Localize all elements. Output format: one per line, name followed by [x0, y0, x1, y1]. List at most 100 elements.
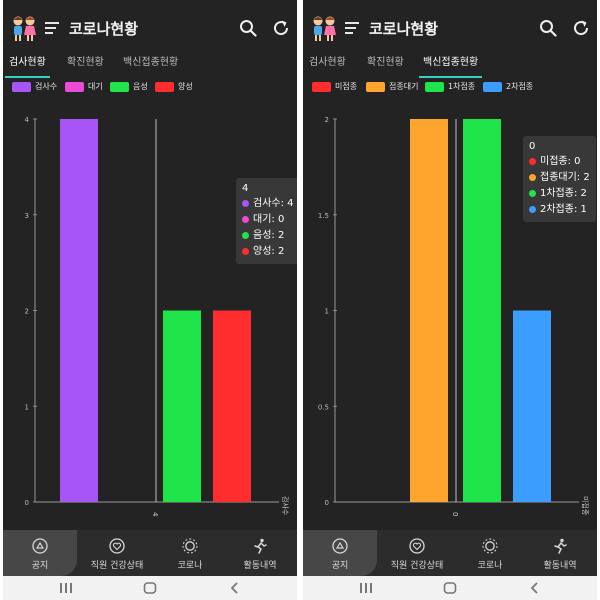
x-tick-label: 0 [451, 512, 459, 516]
tab-bar: 검사현황 확진현황 백신접종현황 [303, 56, 597, 78]
nav-label: 활동내역 [543, 561, 577, 571]
legend-label: 1차접종 [448, 82, 476, 91]
legend-label: 양성 [178, 82, 193, 91]
recent-apps-icon[interactable] [59, 582, 73, 594]
tooltip-row: 미접종: 0 [529, 154, 590, 170]
legend-swatch [483, 82, 502, 92]
screen-vaccine-status: 코로나현황 검사현황 확진현황 백신접종현황 미접종 접종대기 1차접종 2차접… [303, 0, 597, 600]
nav-label: 활동내역 [243, 561, 277, 571]
tab-confirmed-status[interactable]: 확진현황 [67, 56, 104, 78]
notice-icon [32, 538, 48, 554]
tab-vaccine-status[interactable]: 백신접종현황 [123, 56, 178, 78]
nav-item-corona[interactable]: 코로나 [457, 530, 523, 576]
tooltip-dot [529, 173, 536, 181]
nav-item-employee-health[interactable]: 직원 건강상태 [77, 530, 157, 576]
chart-legend: 검사수 대기 음성 양성 [3, 80, 297, 96]
bar [213, 310, 251, 502]
tooltip-dot [242, 215, 249, 223]
tab-vaccine-status[interactable]: 백신접종현황 [418, 56, 483, 78]
system-nav-bar [303, 576, 597, 600]
legend-label: 접종대기 [389, 82, 419, 91]
x-axis-title: 검사수 [281, 496, 290, 516]
back-icon[interactable] [229, 582, 241, 594]
system-nav-bar [3, 576, 297, 600]
heart-icon [109, 538, 125, 554]
y-tick-label: 3 [25, 212, 29, 220]
y-tick-label: 2 [325, 116, 329, 124]
legend-swatch [366, 82, 385, 92]
tab-test-status[interactable]: 검사현황 [5, 56, 50, 78]
legend-label: 2차접종 [506, 82, 534, 91]
tab-confirmed-status[interactable]: 확진현황 [367, 56, 404, 78]
tooltip-row-text: 대기: 0 [253, 214, 285, 225]
screen-test-status: 코로나현황 검사현황 확진현황 백신접종현황 검사수 대기 음성 양성 0 1 … [3, 0, 297, 600]
app-logo-icon [13, 16, 36, 41]
app-title: 코로나현황 [69, 20, 139, 38]
refresh-icon[interactable] [571, 18, 591, 38]
tooltip-dot [242, 231, 249, 239]
tooltip-title: 4 [242, 183, 249, 194]
x-tick-label: 4 [151, 512, 159, 517]
menu-icon[interactable] [45, 22, 59, 34]
nav-item-activity[interactable]: 활동내역 [523, 530, 597, 576]
y-tick-label: 1.5 [318, 212, 329, 220]
virus-icon [182, 538, 198, 554]
virus-icon [482, 538, 498, 554]
y-tick-label: 1 [325, 308, 329, 316]
tooltip-row-text: 접종대기: 2 [540, 172, 590, 183]
bottom-nav: 공지 직원 건강상태 코로나 활동내역 [3, 530, 297, 576]
legend-swatch [110, 82, 129, 92]
legend-label: 미접종 [335, 82, 358, 91]
bar-chart[interactable]: 0 0.5 1 1.5 2 0 미접종 0 미접종: 0 접종대기: 2 1차접종: 2 2… [303, 100, 597, 530]
menu-icon[interactable] [345, 22, 359, 34]
y-tick-label: 0.5 [318, 403, 329, 411]
tab-test-status[interactable]: 검사현황 [309, 56, 346, 78]
nav-label: 공지 [31, 561, 49, 571]
nav-item-notice[interactable]: 공지 [3, 530, 77, 576]
y-tick-label: 2 [25, 308, 29, 316]
notice-icon [332, 538, 348, 554]
legend-swatch [155, 82, 174, 92]
tooltip-dot [529, 205, 536, 213]
nav-item-employee-health[interactable]: 직원 건강상태 [377, 530, 457, 576]
search-icon[interactable] [239, 19, 257, 37]
chart-tooltip: 0 미접종: 0 접종대기: 2 1차접종: 2 2차접종: 1 [523, 136, 596, 222]
home-icon[interactable] [143, 582, 157, 594]
tooltip-dot [529, 189, 536, 197]
y-tick-label: 0 [325, 499, 329, 507]
legend-label: 검사수 [35, 82, 58, 91]
recent-apps-icon[interactable] [359, 582, 373, 594]
bar [60, 119, 98, 502]
y-tick-label: 4 [25, 116, 30, 124]
legend-swatch [12, 82, 31, 92]
bar [163, 310, 201, 502]
nav-item-activity[interactable]: 활동내역 [223, 530, 297, 576]
bar [463, 119, 501, 502]
bar [513, 310, 551, 502]
back-icon[interactable] [529, 582, 541, 594]
nav-item-notice[interactable]: 공지 [303, 530, 377, 576]
nav-label: 코로나 [177, 561, 203, 571]
tooltip-row: 음성: 2 [242, 228, 294, 244]
refresh-icon[interactable] [271, 18, 291, 38]
home-icon[interactable] [443, 582, 457, 594]
nav-item-corona[interactable]: 코로나 [157, 530, 223, 576]
tooltip-dot [242, 247, 249, 255]
tooltip-row-text: 검사수: 4 [253, 198, 294, 209]
tab-bar: 검사현황 확진현황 백신접종현황 [3, 56, 297, 78]
legend-swatch [425, 82, 444, 92]
bar-chart[interactable]: 0 1 2 3 4 4 검사수 4 검사수: 4 대기: 0 음성: 2 양성: 2 [3, 100, 297, 530]
chart-legend: 미접종 접종대기 1차접종 2차접종 [303, 80, 597, 96]
tooltip-row-text: 1차접종: 2 [540, 188, 587, 199]
tooltip-title: 0 [529, 141, 536, 152]
heart-icon [409, 538, 425, 554]
bar [410, 119, 448, 502]
tooltip-dot [242, 199, 249, 207]
tooltip-row: 1차접종: 2 [529, 186, 590, 202]
running-icon [554, 538, 567, 554]
search-icon[interactable] [539, 19, 557, 37]
tooltip-row: 접종대기: 2 [529, 170, 590, 186]
legend-label: 음성 [133, 82, 148, 91]
chart-canvas: 0 1 2 3 4 4 검사수 [25, 116, 290, 517]
tooltip-row: 대기: 0 [242, 212, 294, 228]
